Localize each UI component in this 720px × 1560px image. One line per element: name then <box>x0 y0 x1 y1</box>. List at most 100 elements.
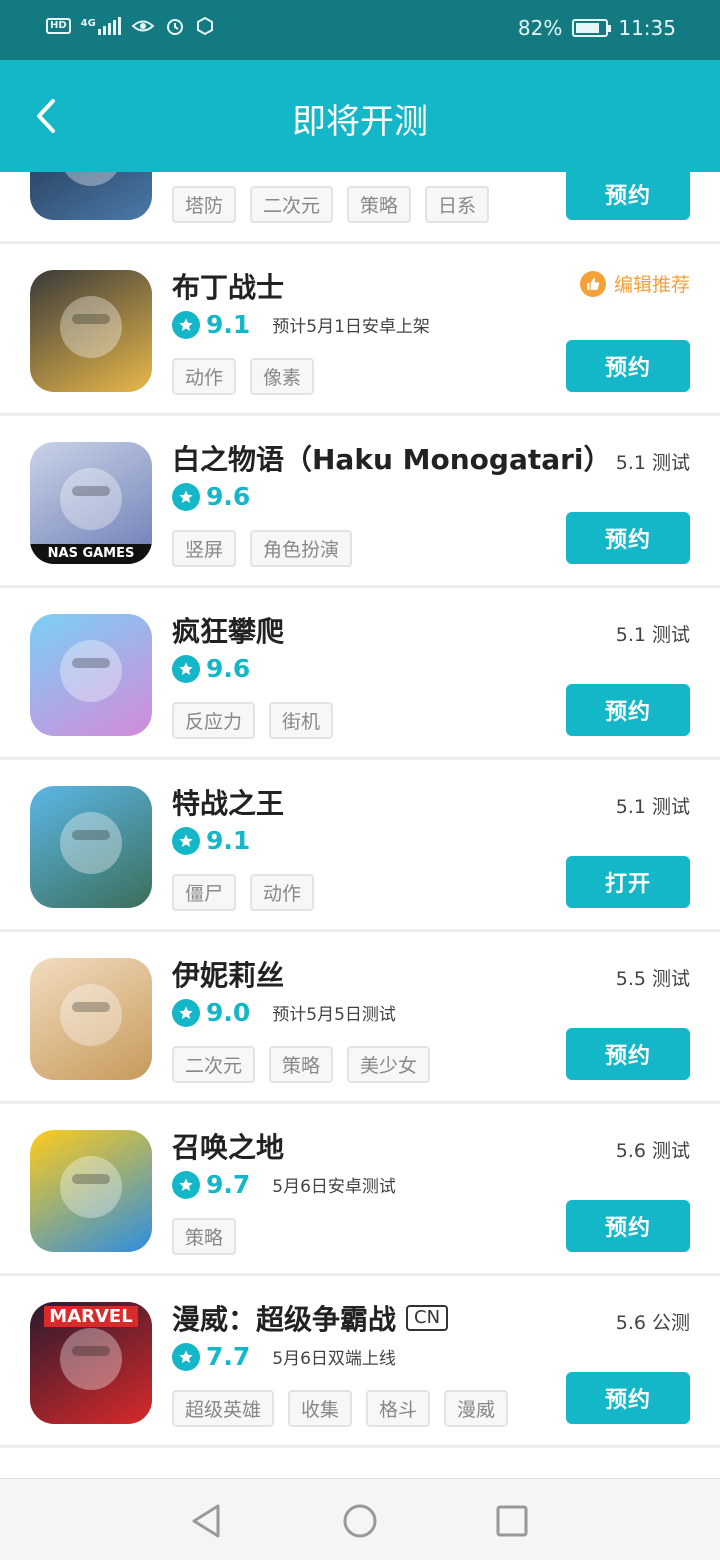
reserve-button[interactable]: 预约 <box>566 340 690 392</box>
blue-monster-icon[interactable] <box>30 1130 152 1252</box>
test-date: 5.6 公测 <box>615 1312 690 1334</box>
signal-icon <box>97 17 121 35</box>
app-name: 白之物语（Haku Monogatari） <box>172 438 612 478</box>
tag[interactable]: 漫威 <box>444 1390 509 1427</box>
tag[interactable]: 竖屏 <box>172 530 237 567</box>
tag-list: 竖屏 角色扮演 <box>172 530 353 567</box>
tag[interactable]: 策略 <box>347 186 412 223</box>
rating-value: 9.0 <box>206 998 251 1027</box>
tag-list: 塔防 二次元 策略 日系 <box>172 186 490 223</box>
star-icon <box>172 1342 200 1371</box>
status-bar: HD 4G 82% 11:35 <box>0 0 720 60</box>
clock: 11:35 <box>618 16 676 40</box>
rating-value: 9.1 <box>206 826 251 855</box>
list-item[interactable]: MARVEL 漫威：超级争霸战 CN 7.7 5月6日双端上线 超级英雄 收集 格斗 漫威 5.… <box>0 1276 720 1448</box>
island-gun-icon[interactable] <box>30 786 152 908</box>
reserve-button[interactable]: 预约 <box>566 172 690 220</box>
pudding-robot-icon[interactable] <box>30 270 152 392</box>
list-item[interactable]: NAS GAMES 白之物语（Haku Monogatari） 9.6 竖屏 角色扮演… <box>0 416 720 588</box>
tag-list: 超级英雄 收集 格斗 漫威 <box>172 1390 509 1427</box>
rating-value: 9.6 <box>206 654 251 683</box>
reserve-button[interactable]: 预约 <box>566 1200 690 1252</box>
release-note: 5月6日安卓测试 <box>272 1177 396 1197</box>
nav-back-button[interactable] <box>186 1501 226 1541</box>
reserve-button[interactable]: 预约 <box>566 684 690 736</box>
tag-list: 僵尸 动作 <box>172 874 315 911</box>
page-title: 即将开测 <box>292 102 428 142</box>
release-note: 预计5月5日测试 <box>272 1005 396 1025</box>
triangle-back-icon <box>192 1504 220 1538</box>
alarm-icon <box>166 19 183 35</box>
icon-caption: NAS GAMES <box>30 544 152 564</box>
list-item[interactable]: 召唤之地 9.7 5月6日安卓测试策略 5.6 测试预约 <box>0 1104 720 1276</box>
rating: 9.6 <box>172 482 250 511</box>
list-item[interactable]: 8.8预计5月1日安卓上线塔防二次元策略日系预约 <box>0 172 720 244</box>
region-badge: CN <box>406 1305 449 1331</box>
network-type: 4G <box>80 17 96 29</box>
tag[interactable]: 超级英雄 <box>172 1390 275 1427</box>
tag[interactable]: 像素 <box>250 358 315 395</box>
app-name-text: 召唤之地 <box>172 1131 285 1164</box>
app-name: 疯狂攀爬 <box>172 610 284 650</box>
reserve-button[interactable]: 预约 <box>566 1028 690 1080</box>
tag[interactable]: 动作 <box>250 874 315 911</box>
tag[interactable]: 日系 <box>425 186 490 223</box>
circle-home-icon <box>343 1504 377 1538</box>
list-item[interactable]: 特战之王 9.1 僵尸 动作 5.1 测试打开 <box>0 760 720 932</box>
nav-home-button[interactable] <box>340 1501 380 1541</box>
tag-list: 策略 <box>172 1218 237 1255</box>
list-item[interactable]: 伊妮莉丝 9.0 预计5月5日测试 二次元 策略 美少女 5.5 测试 预约 <box>0 932 720 1104</box>
game-list[interactable]: 8.8预计5月1日安卓上线塔防二次元策略日系预约 布丁战士 9.1预计5月1日安… <box>0 172 720 1478</box>
test-date: 5.6 测试 <box>615 1140 690 1162</box>
star-icon <box>172 654 200 683</box>
tag[interactable]: 街机 <box>269 702 334 739</box>
star-icon <box>172 998 200 1027</box>
marvel-heroes-icon[interactable]: MARVEL <box>30 1302 152 1424</box>
editor-recommend: 编辑推荐 <box>579 270 690 297</box>
tag[interactable]: 二次元 <box>250 186 334 223</box>
app-name-text: 特战之王 <box>172 787 285 820</box>
star-icon <box>172 310 200 339</box>
tag[interactable]: 角色扮演 <box>250 530 353 567</box>
rating: 9.1 预计5月1日安卓上架 <box>172 310 430 339</box>
tag[interactable]: 策略 <box>269 1046 334 1083</box>
battery-percent: 82% <box>517 16 563 40</box>
tag[interactable]: 格斗 <box>366 1390 431 1427</box>
battery-icon <box>572 19 612 37</box>
tag[interactable]: 动作 <box>172 358 237 395</box>
white-hair-girl-icon[interactable]: NAS GAMES <box>30 442 152 564</box>
tag-list: 反应力 街机 <box>172 702 334 739</box>
tag[interactable]: 塔防 <box>172 186 237 223</box>
rating-value: 9.7 <box>206 1170 251 1199</box>
star-icon <box>172 1170 200 1199</box>
tag[interactable]: 反应力 <box>172 702 256 739</box>
rating: 9.1 <box>172 826 250 855</box>
release-note: 预计5月1日安卓上架 <box>272 317 430 337</box>
app-name-text: 伊妮莉丝 <box>172 959 285 992</box>
tag[interactable]: 二次元 <box>172 1046 256 1083</box>
rating-value: 9.6 <box>206 482 251 511</box>
reserve-button[interactable]: 预约 <box>566 1372 690 1424</box>
app-name-text: 漫威：超级争霸战 <box>172 1303 397 1336</box>
anime-girl-icon[interactable] <box>30 172 152 220</box>
open-button[interactable]: 打开 <box>566 856 690 908</box>
editor-recommend-label: 编辑推荐 <box>613 274 690 296</box>
system-nav-bar <box>0 1478 720 1560</box>
tag[interactable]: 美少女 <box>347 1046 431 1083</box>
star-icon <box>172 482 200 511</box>
test-date: 5.1 测试 <box>615 452 690 474</box>
app-name: 布丁战士 <box>172 266 284 306</box>
blonde-girl-icon[interactable] <box>30 958 152 1080</box>
status-icons-right: 82% 11:35 <box>518 16 676 40</box>
app-name-text: 布丁战士 <box>172 271 285 304</box>
list-item[interactable]: 疯狂攀爬 9.6 反应力 街机 5.1 测试 预约 <box>0 588 720 760</box>
list-item[interactable]: 布丁战士 9.1 预计5月1日安卓上架动作 像素 编辑推荐 预约 <box>0 244 720 416</box>
tag[interactable]: 僵尸 <box>172 874 237 911</box>
nav-recents-button[interactable] <box>492 1501 532 1541</box>
reserve-button[interactable]: 预约 <box>566 512 690 564</box>
tag-list: 动作 像素 <box>172 358 315 395</box>
bearded-climber-icon[interactable] <box>30 614 152 736</box>
tag[interactable]: 策略 <box>172 1218 237 1255</box>
test-date: 5.1 测试 <box>615 796 690 818</box>
tag[interactable]: 收集 <box>288 1390 353 1427</box>
